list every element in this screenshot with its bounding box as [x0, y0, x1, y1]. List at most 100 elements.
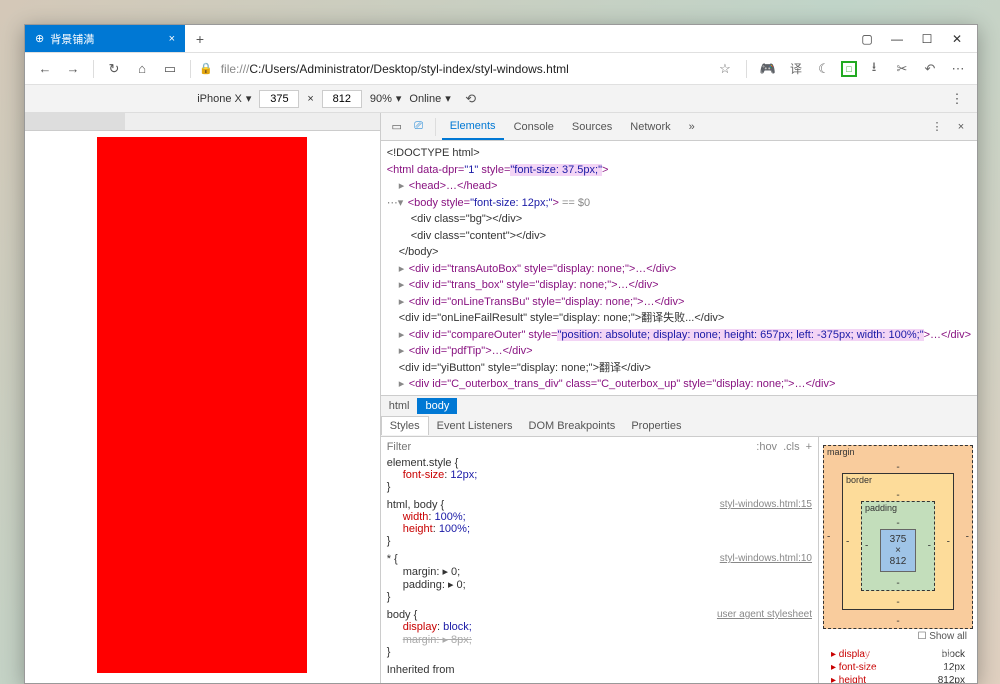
window-split-button[interactable]: ▢ [853, 27, 881, 51]
breadcrumb: html body [381, 395, 977, 415]
box-content[interactable]: 375 × 812 [880, 529, 916, 572]
box-border[interactable]: border - --- padding - --- 375 × 812 [842, 473, 954, 610]
tab-elements[interactable]: Elements [442, 114, 504, 140]
chevron-down-icon: ▾ [445, 92, 451, 105]
device-height-input[interactable] [322, 90, 362, 108]
device-width-input[interactable] [259, 90, 299, 108]
computed-row: ▸ displayblock [827, 648, 969, 661]
tab-title: 背景铺满 [50, 31, 94, 47]
dom-transauto[interactable]: ▸<div id="transAutoBox" style="display: … [387, 261, 971, 278]
tab-styles[interactable]: Styles [381, 416, 429, 435]
chevron-down-icon: ▾ [396, 92, 402, 105]
box-padding[interactable]: padding - --- 375 × 812 [861, 501, 935, 591]
device-toggle-button[interactable]: ⎚ [409, 117, 429, 137]
hov-button[interactable]: :hov [756, 441, 777, 453]
dom-transbox[interactable]: ▸<div id="trans_box" style="display: non… [387, 277, 971, 294]
device-select[interactable]: iPhone X ▾ [197, 92, 251, 105]
online-select[interactable]: Online ▾ [409, 92, 450, 105]
menu-icon[interactable]: ⋯ [947, 58, 969, 80]
zoom-value: 90% [370, 93, 392, 105]
dom-tree[interactable]: <!DOCTYPE html> <html data-dpr="1" style… [381, 141, 977, 395]
translate-button[interactable]: 译 [785, 58, 807, 80]
tab-event-listeners[interactable]: Event Listeners [429, 417, 521, 435]
dom-head[interactable]: ▸<head>…</head> [387, 178, 971, 195]
favorites-button[interactable]: ▭ [158, 57, 182, 81]
new-tab-button[interactable]: + [185, 25, 215, 52]
tab-console[interactable]: Console [506, 115, 562, 139]
show-all-checkbox[interactable]: ☐ Show all [823, 629, 973, 644]
rule-html-body[interactable]: styl-windows.html:15 html, body { width:… [387, 499, 812, 547]
reload-button[interactable]: ↻ [102, 57, 126, 81]
dom-bg[interactable]: <div class="bg"></div> [387, 211, 971, 228]
devtools-tabs: ▭ ⎚ Elements Console Sources Network » ⋮… [381, 113, 977, 141]
scissors-icon[interactable]: ✂ [891, 58, 913, 80]
device-viewport[interactable] [97, 137, 307, 673]
styles-filter-input[interactable] [387, 441, 751, 453]
inspect-element-button[interactable]: ▭ [387, 117, 407, 137]
dom-doctype[interactable]: <!DOCTYPE html> [387, 145, 971, 162]
rotate-button[interactable]: ⟲ [459, 87, 483, 111]
main-area: ▭ ⎚ Elements Console Sources Network » ⋮… [25, 113, 977, 683]
styles-body: :hov .cls + element.style { font-size: 1… [381, 437, 977, 683]
dom-body-open[interactable]: ⋯▾<body style="font-size: 12px;"> == $0 [387, 195, 971, 212]
back-button[interactable]: ← [33, 57, 57, 81]
screenshot-icon[interactable]: □ [841, 61, 857, 77]
dom-coutertrans[interactable]: ▸<div id="C_outerbox_trans_div" class="C… [387, 376, 971, 393]
tab-more[interactable]: » [681, 115, 703, 139]
browser-window: ⊕ 背景铺满 × + ▢ — ☐ ✕ ← → ↻ ⌂ ▭ 🔒 file:///C… [24, 24, 978, 684]
dom-yibutton[interactable]: <div id="yiButton" style="display: none;… [387, 360, 971, 377]
forward-button[interactable]: → [61, 57, 85, 81]
dom-body-close[interactable]: </body> [387, 244, 971, 261]
styles-tabs: Styles Event Listeners DOM Breakpoints P… [381, 415, 977, 437]
dom-compareouter[interactable]: ▸<div id="compareOuter" style="position:… [387, 327, 971, 344]
zoom-select[interactable]: 90% ▾ [370, 92, 402, 105]
url-scheme: file:/// [221, 62, 250, 76]
chevron-down-icon: ▾ [246, 92, 252, 105]
dim-separator: × [307, 93, 313, 105]
download-icon[interactable]: ⭳ [863, 58, 885, 80]
home-button[interactable]: ⌂ [130, 57, 154, 81]
tab-close-button[interactable]: × [169, 33, 175, 45]
devtools-close-button[interactable]: × [951, 117, 971, 137]
rule-star[interactable]: styl-windows.html:10 * { margin: ▸ 0; pa… [387, 553, 812, 603]
tab-network[interactable]: Network [622, 115, 678, 139]
device-name: iPhone X [197, 93, 242, 105]
window-maximize-button[interactable]: ☐ [913, 27, 941, 51]
dom-onlinebu[interactable]: ▸<div id="onLineTransBu" style="display:… [387, 294, 971, 311]
devtools-panel: ▭ ⎚ Elements Console Sources Network » ⋮… [381, 113, 977, 683]
styles-rules[interactable]: :hov .cls + element.style { font-size: 1… [381, 437, 819, 683]
rule-element-style[interactable]: element.style { font-size: 12px; } [387, 457, 812, 493]
viewport-area [25, 113, 381, 683]
tab-dom-breakpoints[interactable]: DOM Breakpoints [521, 417, 624, 435]
device-more-button[interactable]: ⋮ [945, 87, 969, 111]
inherited-label: Inherited from [387, 664, 812, 676]
star-icon[interactable]: ☆ [714, 58, 736, 80]
devtools-menu-button[interactable]: ⋮ [927, 117, 947, 137]
cls-button[interactable]: .cls [783, 441, 800, 453]
address-bar: ← → ↻ ⌂ ▭ 🔒 file:///C:/Users/Administrat… [25, 53, 977, 85]
window-close-button[interactable]: ✕ [943, 27, 971, 51]
crumb-html[interactable]: html [381, 398, 418, 414]
tab-properties[interactable]: Properties [623, 417, 689, 435]
url-field[interactable]: file:///C:/Users/Administrator/Desktop/s… [217, 62, 710, 76]
styles-filter-row: :hov .cls + [387, 441, 812, 453]
lock-icon: 🔒 [199, 62, 213, 75]
titlebar: ⊕ 背景铺满 × + ▢ — ☐ ✕ [25, 25, 977, 53]
game-icon[interactable]: 🎮 [757, 58, 779, 80]
rule-body-ua[interactable]: user agent stylesheet body { display: bl… [387, 609, 812, 658]
add-rule-button[interactable]: + [806, 441, 812, 453]
browser-tab-active[interactable]: ⊕ 背景铺满 × [25, 25, 185, 52]
computed-row: ▸ height812px [827, 674, 969, 683]
dom-html-open[interactable]: <html data-dpr="1" style="font-size: 37.… [387, 162, 971, 179]
computed-list[interactable]: ▸ displayblock ▸ font-size12px ▸ height8… [823, 644, 973, 683]
url-path: C:/Users/Administrator/Desktop/styl-inde… [249, 62, 568, 76]
dom-onlinefail[interactable]: <div id="onLineFailResult" style="displa… [387, 310, 971, 327]
undo-icon[interactable]: ↶ [919, 58, 941, 80]
box-margin[interactable]: margin - --- border - --- padding - --- … [823, 445, 973, 629]
window-minimize-button[interactable]: — [883, 27, 911, 51]
crumb-body[interactable]: body [417, 398, 457, 414]
tab-sources[interactable]: Sources [564, 115, 620, 139]
dom-content[interactable]: <div class="content"></div> [387, 228, 971, 245]
dom-pdftip[interactable]: ▸<div id="pdfTip">…</div> [387, 343, 971, 360]
moon-icon[interactable]: ☾ [813, 58, 835, 80]
